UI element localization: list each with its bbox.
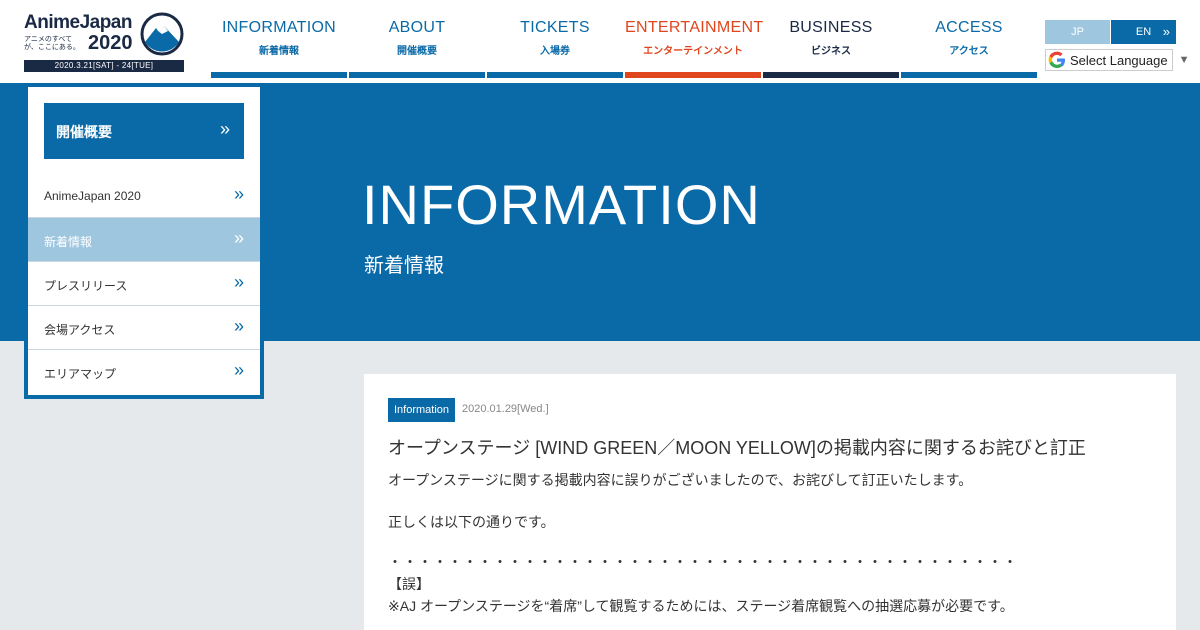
animejapan-logo[interactable]: AnimeJapan アニメのすべてが、ここにある。 2020 2020.3.2… xyxy=(24,12,184,72)
nav-item-underline xyxy=(763,72,899,78)
category-badge[interactable]: Information xyxy=(388,398,456,422)
nav-item-underline xyxy=(901,72,1037,78)
nav-item-label: BUSINESS xyxy=(789,19,873,36)
sidebar-panel: 開催概要 » AnimeJapan 2020» 新着情報» プレスリリース» 会場アク… xyxy=(28,87,260,395)
logo-subtitle: アニメのすべてが、ここにある。 xyxy=(24,36,80,51)
nav-item-sublabel: ビジネス xyxy=(811,46,851,57)
google-translate-select[interactable]: Select Language ▼ xyxy=(1045,48,1190,72)
mount-fuji-icon xyxy=(140,12,184,56)
article-title: オープンステージ [WIND GREEN／MOON YELLOW]の掲載内容に関… xyxy=(388,438,1086,458)
nav-item-access[interactable]: ACCESS アクセス xyxy=(901,0,1037,78)
sidebar-item[interactable]: 会場アクセス » xyxy=(28,306,260,350)
nav-item-underline xyxy=(625,72,761,78)
sidebar-item-label: AnimeJapan 2020 xyxy=(44,189,141,203)
site-header: AnimeJapan アニメのすべてが、ここにある。 2020 2020.3.2… xyxy=(0,0,1200,83)
article-date: 2020.01.29[Wed.] xyxy=(462,403,549,415)
double-chevron-right-icon: » xyxy=(233,228,244,248)
nav-item-label: ENTERTAINMENT xyxy=(625,19,764,36)
sidebar-item[interactable]: 新着情報 » xyxy=(28,218,260,262)
double-chevron-right-icon: » xyxy=(233,360,244,380)
nav-item-label: INFORMATION xyxy=(221,19,337,36)
article-card: Information 2020.01.29[Wed.] オープンステージ [W… xyxy=(364,374,1176,630)
event-dates: 2020.3.21[SAT] - 24[TUE] xyxy=(24,60,184,72)
sidebar-list: AnimeJapan 2020» 新着情報» プレスリリース» 会場アクセス» エリアマ… xyxy=(28,174,260,394)
dropdown-arrow-icon: ▼ xyxy=(1178,54,1190,66)
nav-item-tickets[interactable]: TICKETS 入場券 xyxy=(487,0,623,78)
main-nav: INFORMATION 新着情報 ABOUT 開催概要 TICKETS 入場券 ENTERT… xyxy=(211,0,1039,78)
sidebar-menu: 開催概要 » AnimeJapan 2020» 新着情報» プレスリリース» 会場アク… xyxy=(24,85,264,399)
language-switcher: JP EN » xyxy=(1045,20,1176,44)
wrong-text: ※AJ オープンステージを“着席”して観覧するためには、ステージ着席観覧への抽選… xyxy=(388,598,1014,614)
sidebar-item[interactable]: エリアマップ » xyxy=(28,350,260,394)
nav-item-underline xyxy=(349,72,485,78)
translate-box: Select Language xyxy=(1045,49,1173,71)
sidebar-item-label: 新着情報 xyxy=(44,235,93,249)
google-g-icon xyxy=(1048,51,1065,68)
sidebar-heading-label: 開催概要 xyxy=(56,124,112,140)
nav-item-label: TICKETS xyxy=(520,19,590,36)
nav-item-label: ACCESS xyxy=(935,19,1003,36)
nav-item-sublabel: 入場券 xyxy=(540,46,570,57)
nav-item-sublabel: アクセス xyxy=(949,46,989,57)
lang-en-label: EN xyxy=(1135,26,1152,38)
lang-jp-button[interactable]: JP xyxy=(1045,20,1110,44)
nav-item-label: ABOUT xyxy=(388,19,446,36)
hero-subtitle: 新着情報 xyxy=(364,255,444,277)
dotted-divider: ・・・・・・・・・・・・・・・・・・・・・・・・・・・・・・・・・・・・・・・・… xyxy=(388,554,1018,570)
hero-title: INFORMATION xyxy=(362,173,761,236)
nav-item-information[interactable]: INFORMATION 新着情報 xyxy=(211,0,347,78)
double-chevron-right-icon: » xyxy=(233,316,244,336)
article-paragraph: オープンステージに関する掲載内容に誤りがございましたので、お詫びして訂正いたしま… xyxy=(388,472,973,488)
logo-title: AnimeJapan xyxy=(24,12,132,33)
double-chevron-right-icon: » xyxy=(1162,24,1170,39)
double-chevron-right-icon: » xyxy=(233,184,244,204)
nav-item-business[interactable]: BUSINESS ビジネス xyxy=(763,0,899,78)
translate-label: Select Language xyxy=(1070,52,1168,68)
nav-item-about[interactable]: ABOUT 開催概要 xyxy=(349,0,485,78)
sidebar-heading[interactable]: 開催概要 » xyxy=(44,103,244,159)
wrong-label: 【誤】 xyxy=(388,576,430,592)
article-paragraph: 正しくは以下の通りです。 xyxy=(388,514,555,530)
sidebar-item[interactable]: AnimeJapan 2020 » xyxy=(28,174,260,218)
nav-item-underline xyxy=(487,72,623,78)
logo-year: 2020 xyxy=(88,32,133,54)
sidebar-item-label: 会場アクセス xyxy=(44,323,116,337)
double-chevron-right-icon: » xyxy=(233,272,244,292)
sidebar-item[interactable]: プレスリリース » xyxy=(28,262,260,306)
nav-item-entertainment[interactable]: ENTERTAINMENT エンターテインメント xyxy=(625,0,764,78)
sidebar-item-label: プレスリリース xyxy=(44,279,128,293)
nav-item-sublabel: 新着情報 xyxy=(259,46,299,57)
double-chevron-right-icon: » xyxy=(219,119,230,139)
sidebar-item-label: エリアマップ xyxy=(44,367,117,381)
lang-en-button[interactable]: EN » xyxy=(1111,20,1176,44)
nav-item-underline xyxy=(211,72,347,78)
nav-item-sublabel: 開催概要 xyxy=(397,46,437,57)
nav-item-sublabel: エンターテインメント xyxy=(643,46,743,57)
